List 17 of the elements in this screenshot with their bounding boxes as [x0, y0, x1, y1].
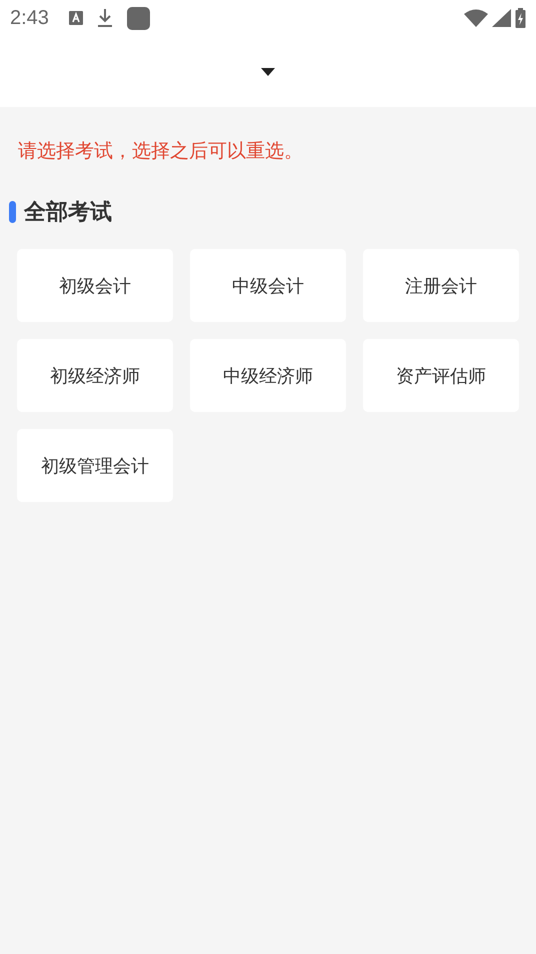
exam-option[interactable]: 初级经济师 [17, 339, 173, 412]
exam-option[interactable]: 中级会计 [190, 249, 346, 322]
clock: 2:43 [10, 6, 49, 30]
wifi-icon [464, 9, 488, 27]
download-icon [96, 8, 113, 28]
instruction-text: 请选择考试，选择之后可以重选。 [18, 139, 304, 164]
section-title: 全部考试 [24, 199, 112, 227]
exam-option[interactable]: 初级会计 [17, 249, 173, 322]
exam-option[interactable]: 中级经济师 [190, 339, 346, 412]
app-icon [126, 6, 150, 30]
dropdown-icon[interactable] [261, 68, 275, 76]
exam-option[interactable]: 初级管理会计 [17, 429, 173, 502]
exam-option[interactable]: 注册会计 [363, 249, 519, 322]
battery-icon [515, 8, 526, 28]
signal-icon [492, 9, 511, 27]
exam-option[interactable]: 资产评估师 [363, 339, 519, 412]
section-marker [9, 201, 16, 223]
